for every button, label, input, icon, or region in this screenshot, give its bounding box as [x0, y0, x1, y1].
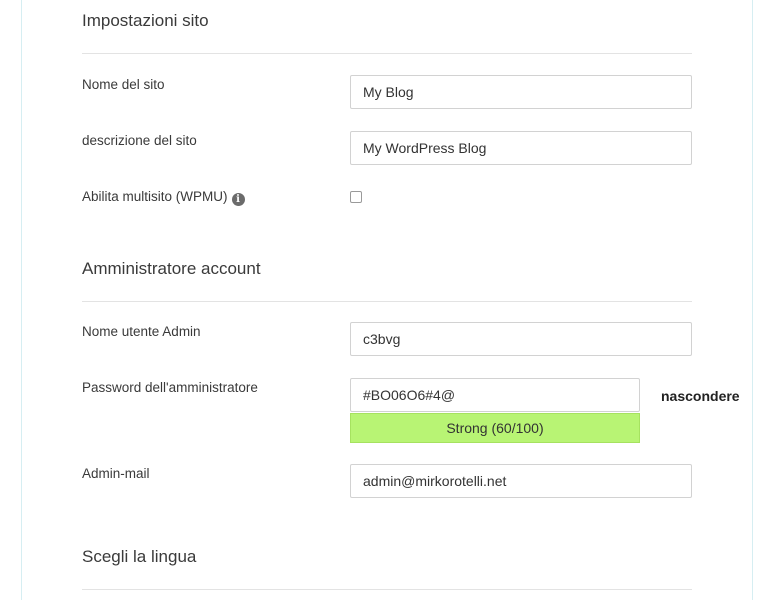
- language-heading: Scegli la lingua: [82, 547, 197, 566]
- admin-password-input[interactable]: [350, 378, 640, 412]
- settings-panel: Impostazioni sito Nome del sito descrizi…: [21, 0, 753, 600]
- admin-email-label: Admin-mail: [82, 466, 150, 481]
- password-strength-meter: Strong (60/100): [350, 413, 640, 443]
- site-name-label: Nome del sito: [82, 77, 165, 92]
- admin-account-heading: Amministratore account: [82, 259, 261, 278]
- admin-email-input[interactable]: [350, 464, 692, 498]
- info-circle-icon[interactable]: i: [231, 193, 245, 206]
- admin-username-label: Nome utente Admin: [82, 324, 201, 339]
- multisite-label: Abilita multisito (WPMU): [82, 189, 228, 204]
- admin-username-input[interactable]: [350, 322, 692, 356]
- site-name-input[interactable]: [350, 75, 692, 109]
- site-description-label: descrizione del sito: [82, 133, 197, 148]
- multisite-label-row: Abilita multisito (WPMU) i: [82, 189, 245, 206]
- language-divider: [82, 589, 692, 590]
- admin-password-label: Password dell'amministratore: [82, 380, 258, 395]
- hide-password-link[interactable]: nascondere: [661, 388, 740, 404]
- site-settings-heading: Impostazioni sito: [82, 11, 209, 30]
- multisite-checkbox[interactable]: [350, 191, 362, 203]
- site-description-input[interactable]: [350, 131, 692, 165]
- site-settings-divider: [82, 53, 692, 54]
- admin-account-divider: [82, 301, 692, 302]
